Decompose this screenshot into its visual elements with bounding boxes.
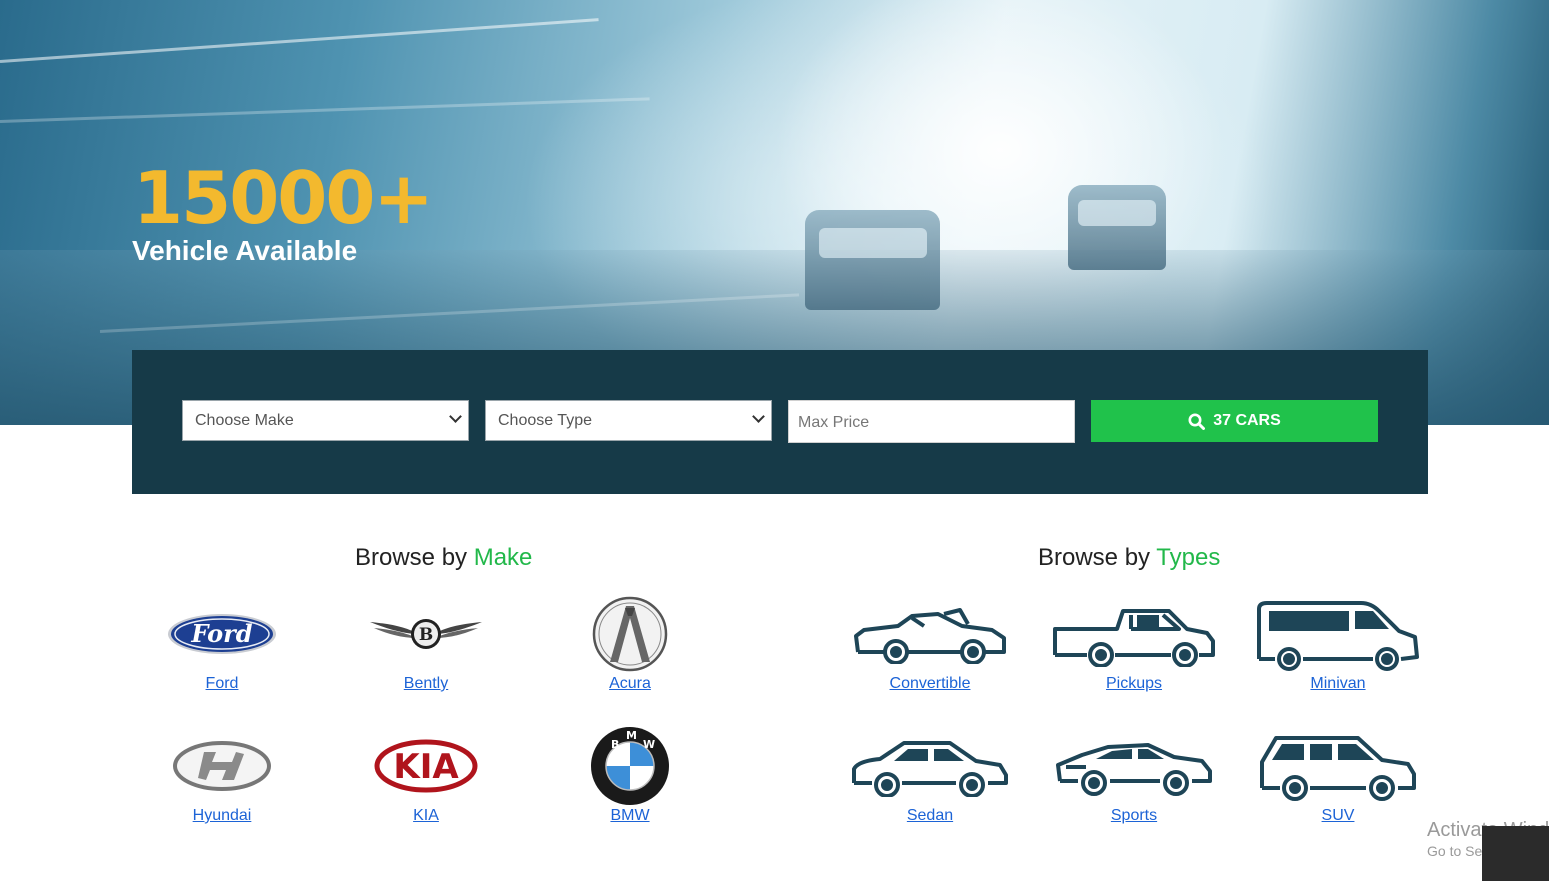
svg-text:Ford: Ford bbox=[190, 619, 252, 648]
type-select-value: Choose Type bbox=[498, 412, 592, 429]
light-streak bbox=[0, 18, 599, 63]
type-label[interactable]: Minivan bbox=[1243, 675, 1433, 693]
bmw-logo: B M W bbox=[535, 727, 725, 805]
pickup-icon bbox=[1039, 595, 1229, 673]
make-label[interactable]: KIA bbox=[331, 807, 521, 825]
hero-car-left bbox=[805, 210, 940, 310]
light-streak bbox=[0, 97, 650, 123]
search-icon bbox=[1188, 413, 1206, 430]
make-select[interactable]: Choose Make bbox=[182, 400, 469, 441]
bentley-logo: B bbox=[331, 595, 521, 673]
svg-text:B: B bbox=[419, 625, 433, 645]
kia-logo: KIA bbox=[331, 727, 521, 805]
chevron-down-icon bbox=[449, 410, 462, 423]
suv-icon bbox=[1243, 727, 1433, 805]
type-label[interactable]: Pickups bbox=[1039, 675, 1229, 693]
browse-by-types-title: Browse by Types bbox=[1038, 544, 1221, 571]
system-tray-corner[interactable] bbox=[1482, 826, 1549, 881]
make-label[interactable]: Acura bbox=[535, 675, 725, 693]
make-label[interactable]: Bently bbox=[331, 675, 521, 693]
make-label[interactable]: Hyundai bbox=[127, 807, 317, 825]
make-label[interactable]: BMW bbox=[535, 807, 725, 825]
svg-text:KIA: KIA bbox=[393, 747, 459, 787]
svg-text:W: W bbox=[643, 738, 655, 751]
search-cars-button[interactable]: 37 CARS bbox=[1091, 400, 1378, 442]
search-panel: Choose Make Choose Type Max Price 37 CAR… bbox=[132, 350, 1428, 494]
type-label[interactable]: SUV bbox=[1243, 807, 1433, 825]
make-label[interactable]: Ford bbox=[127, 675, 317, 693]
minivan-icon bbox=[1243, 595, 1433, 673]
type-label[interactable]: Sports bbox=[1039, 807, 1229, 825]
max-price-placeholder: Max Price bbox=[798, 414, 870, 431]
sports-car-icon bbox=[1039, 727, 1229, 805]
type-label[interactable]: Sedan bbox=[835, 807, 1025, 825]
vehicle-count: 15000+ bbox=[133, 156, 434, 240]
hyundai-logo bbox=[127, 727, 317, 805]
ford-logo: Ford bbox=[127, 595, 317, 673]
browse-by-make-title: Browse by Make bbox=[355, 544, 533, 571]
svg-text:B: B bbox=[611, 738, 619, 751]
chevron-down-icon bbox=[752, 410, 765, 423]
type-label[interactable]: Convertible bbox=[835, 675, 1025, 693]
make-select-value: Choose Make bbox=[195, 412, 294, 429]
convertible-icon bbox=[835, 595, 1025, 673]
svg-text:M: M bbox=[626, 729, 637, 742]
max-price-input[interactable]: Max Price bbox=[788, 400, 1075, 443]
hero-car-right bbox=[1068, 185, 1166, 270]
type-select[interactable]: Choose Type bbox=[485, 400, 772, 441]
sedan-icon bbox=[835, 727, 1025, 805]
search-cars-label: 37 CARS bbox=[1213, 412, 1281, 429]
acura-logo bbox=[535, 595, 725, 673]
vehicle-available-label: Vehicle Available bbox=[132, 235, 358, 266]
